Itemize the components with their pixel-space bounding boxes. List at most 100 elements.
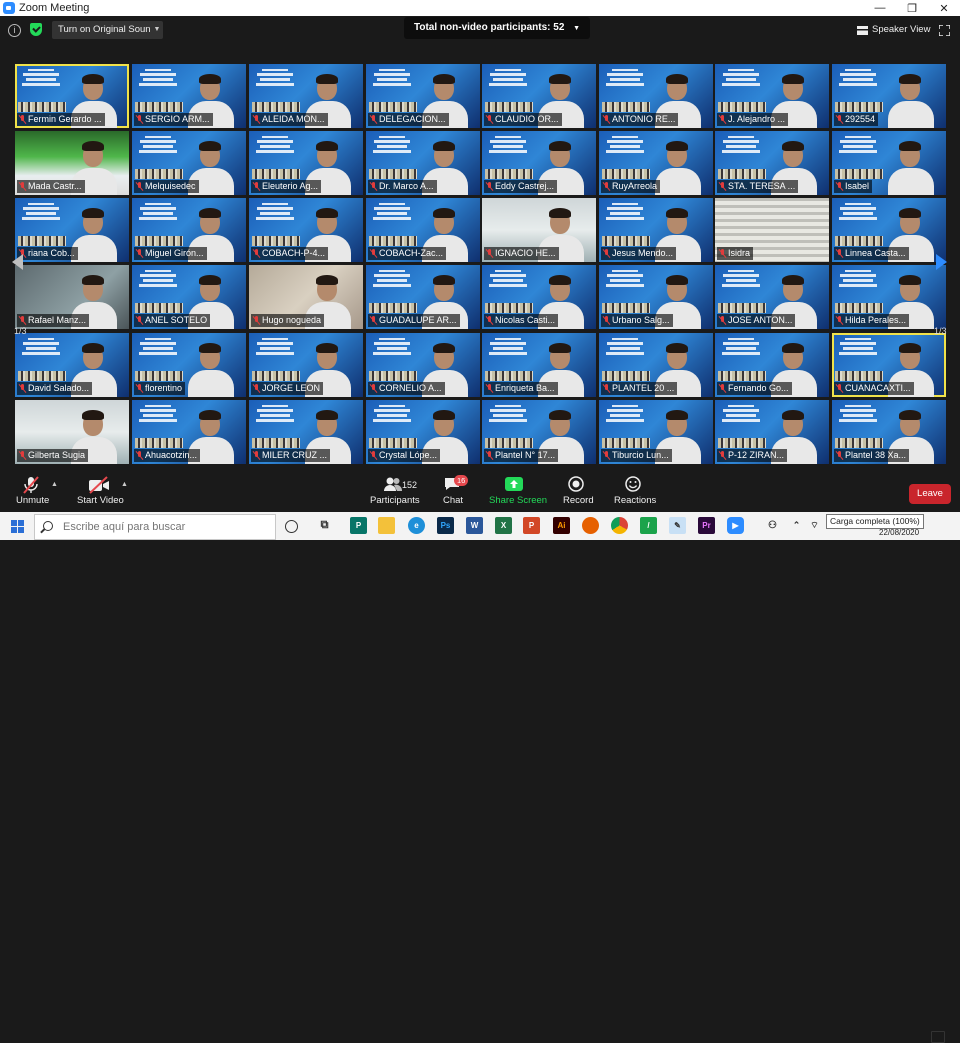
participant-tile[interactable]: Eddy Castrej... (482, 131, 596, 195)
task-view-icon[interactable]: ⧉ (316, 517, 333, 534)
participant-tile[interactable]: Tiburcio Lun... (599, 400, 713, 464)
participant-tile[interactable]: ANTONIO RE... (599, 64, 713, 128)
muted-mic-icon (136, 249, 143, 258)
zoom-app-icon[interactable]: ▶ (727, 517, 744, 534)
audio-options-chevron-icon[interactable]: ▲ (51, 481, 58, 488)
participant-tile[interactable]: Linnea Casta... (832, 198, 946, 262)
chevron-down-icon[interactable]: ▼ (151, 21, 163, 39)
cortana-circle-icon[interactable] (285, 520, 298, 533)
snip-tool-icon[interactable]: / (640, 517, 657, 534)
participant-tile[interactable]: P-12 ZIRAN... (715, 400, 829, 464)
participant-tile[interactable]: DELEGACION... (366, 64, 480, 128)
participant-tile[interactable]: MILER CRUZ ... (249, 400, 363, 464)
participant-tile[interactable]: JOSE ANTON... (715, 265, 829, 329)
edge-browser-icon[interactable]: e (408, 517, 425, 534)
participant-tile[interactable]: Isidra (715, 198, 829, 262)
leave-meeting-button[interactable]: Leave (909, 484, 951, 504)
participant-tile[interactable]: ANEL SOTELO (132, 265, 246, 329)
participant-name-tag: COBACH-P-4... (251, 247, 329, 260)
participant-tile[interactable]: IGNACIO HE... (482, 198, 596, 262)
participant-tile[interactable]: GUADALUPE AR... (366, 265, 480, 329)
participant-tile[interactable]: Dr. Marco A... (366, 131, 480, 195)
participant-name: MILER CRUZ ... (262, 450, 328, 460)
speaker-view-button[interactable]: Speaker View (857, 22, 930, 38)
security-shield-icon[interactable] (30, 23, 42, 36)
maximize-button[interactable]: ❐ (896, 2, 928, 15)
participant-tile[interactable]: CLAUDIO OR... (482, 64, 596, 128)
participant-tile[interactable]: J. Alejandro ... (715, 64, 829, 128)
info-icon[interactable]: i (8, 24, 21, 37)
participant-name-tag: Urbano Salg... (601, 314, 673, 327)
participant-tile[interactable]: Fermin Gerardo ... (15, 64, 129, 128)
excel-app-icon[interactable]: X (495, 517, 512, 534)
participant-tile[interactable]: David Salado... (15, 333, 129, 397)
participant-tile[interactable]: Isabel (832, 131, 946, 195)
non-video-participants-dropdown[interactable]: Total non-video participants: 52 ▼ (404, 17, 591, 39)
meeting-banner-graphic (719, 403, 763, 433)
participant-tile[interactable]: Miguel Girón... (132, 198, 246, 262)
muted-mic-icon (719, 384, 726, 393)
wifi-icon[interactable]: ⌔ (806, 517, 823, 534)
banner-photo-strip (718, 169, 766, 179)
minimize-button[interactable]: — (864, 2, 896, 14)
participant-tile[interactable]: Urbano Salg... (599, 265, 713, 329)
participant-tile[interactable]: SERGIO ARM... (132, 64, 246, 128)
participant-tile[interactable]: florentino (132, 333, 246, 397)
muted-mic-icon (23, 476, 39, 494)
file-explorer-icon[interactable] (378, 517, 395, 534)
participant-tile[interactable]: Crystal Lópe... (366, 400, 480, 464)
participant-tile[interactable]: Rafael Manz... (15, 265, 129, 329)
participant-tile[interactable]: Plantel 38 Xa... (832, 400, 946, 464)
participant-name-tag: Dr. Marco A... (368, 180, 437, 193)
windows-start-icon[interactable] (11, 520, 24, 533)
illustrator-app-icon[interactable]: Ai (553, 517, 570, 534)
people-icon[interactable]: ⚇ (764, 517, 781, 534)
premiere-app-icon[interactable]: Pr (698, 517, 715, 534)
participant-tile[interactable]: COBACH-P-4... (249, 198, 363, 262)
participant-tile[interactable]: STA. TERESA ... (715, 131, 829, 195)
participant-tile[interactable]: Jesus Mendo... (599, 198, 713, 262)
muted-mic-icon (719, 115, 726, 124)
participant-name: RuyArreola (612, 181, 658, 191)
powerpoint-app-icon[interactable]: P (523, 517, 540, 534)
publisher-app-icon[interactable]: P (350, 517, 367, 534)
taskbar-search-box[interactable] (34, 514, 276, 540)
photoshop-app-icon[interactable]: Ps (437, 517, 454, 534)
next-page-arrow-icon[interactable] (936, 254, 947, 270)
participant-tile[interactable]: ALEIDA MON... (249, 64, 363, 128)
banner-photo-strip (252, 438, 300, 448)
chrome-browser-icon[interactable] (611, 517, 628, 534)
participant-tile[interactable]: Gilberta Sugia (15, 400, 129, 464)
taskbar-search-input[interactable] (61, 518, 265, 536)
participant-tile[interactable]: 292554 (832, 64, 946, 128)
muted-mic-icon (836, 384, 843, 393)
participant-tile[interactable]: JORGE LEON (249, 333, 363, 397)
fullscreen-icon[interactable] (939, 25, 950, 36)
participant-tile[interactable]: PLANTEL 20 ... (599, 333, 713, 397)
word-app-icon[interactable]: W (466, 517, 483, 534)
participant-tile[interactable]: Mada Castr... (15, 131, 129, 195)
close-button[interactable]: ✕ (928, 2, 960, 15)
original-sound-button[interactable]: Turn on Original Sound (52, 21, 162, 39)
video-options-chevron-icon[interactable]: ▲ (121, 481, 128, 488)
tray-chevron-up-icon[interactable]: ⌃ (788, 517, 805, 534)
participant-tile[interactable]: Plantel N° 17... (482, 400, 596, 464)
participant-tile[interactable]: Ahuacotzin... (132, 400, 246, 464)
participant-tile[interactable]: Hilda Perales... (832, 265, 946, 329)
participant-tile[interactable]: CUANACAXTI... (832, 333, 946, 397)
participant-tile[interactable]: RuyArreola (599, 131, 713, 195)
participant-tile[interactable]: Enriqueta Ba... (482, 333, 596, 397)
participant-tile[interactable]: Fernando Go... (715, 333, 829, 397)
previous-page-arrow-icon[interactable] (12, 254, 23, 270)
participant-tile[interactable]: COBACH-Zac... (366, 198, 480, 262)
firefox-browser-icon[interactable] (582, 517, 599, 534)
participant-tile[interactable]: Melquisedec (132, 131, 246, 195)
participant-tile[interactable]: Eleuterio Ag... (249, 131, 363, 195)
participant-tile[interactable]: Hugo nogueda (249, 265, 363, 329)
participant-tile[interactable]: Nicolas Casti... (482, 265, 596, 329)
participant-tile[interactable]: riana Cob... (15, 198, 129, 262)
participant-name-tag: SERGIO ARM... (134, 113, 213, 126)
notepad-app-icon[interactable]: ✎ (669, 517, 686, 534)
notification-center-icon[interactable] (931, 1031, 945, 1043)
participant-tile[interactable]: CORNELIO A... (366, 333, 480, 397)
